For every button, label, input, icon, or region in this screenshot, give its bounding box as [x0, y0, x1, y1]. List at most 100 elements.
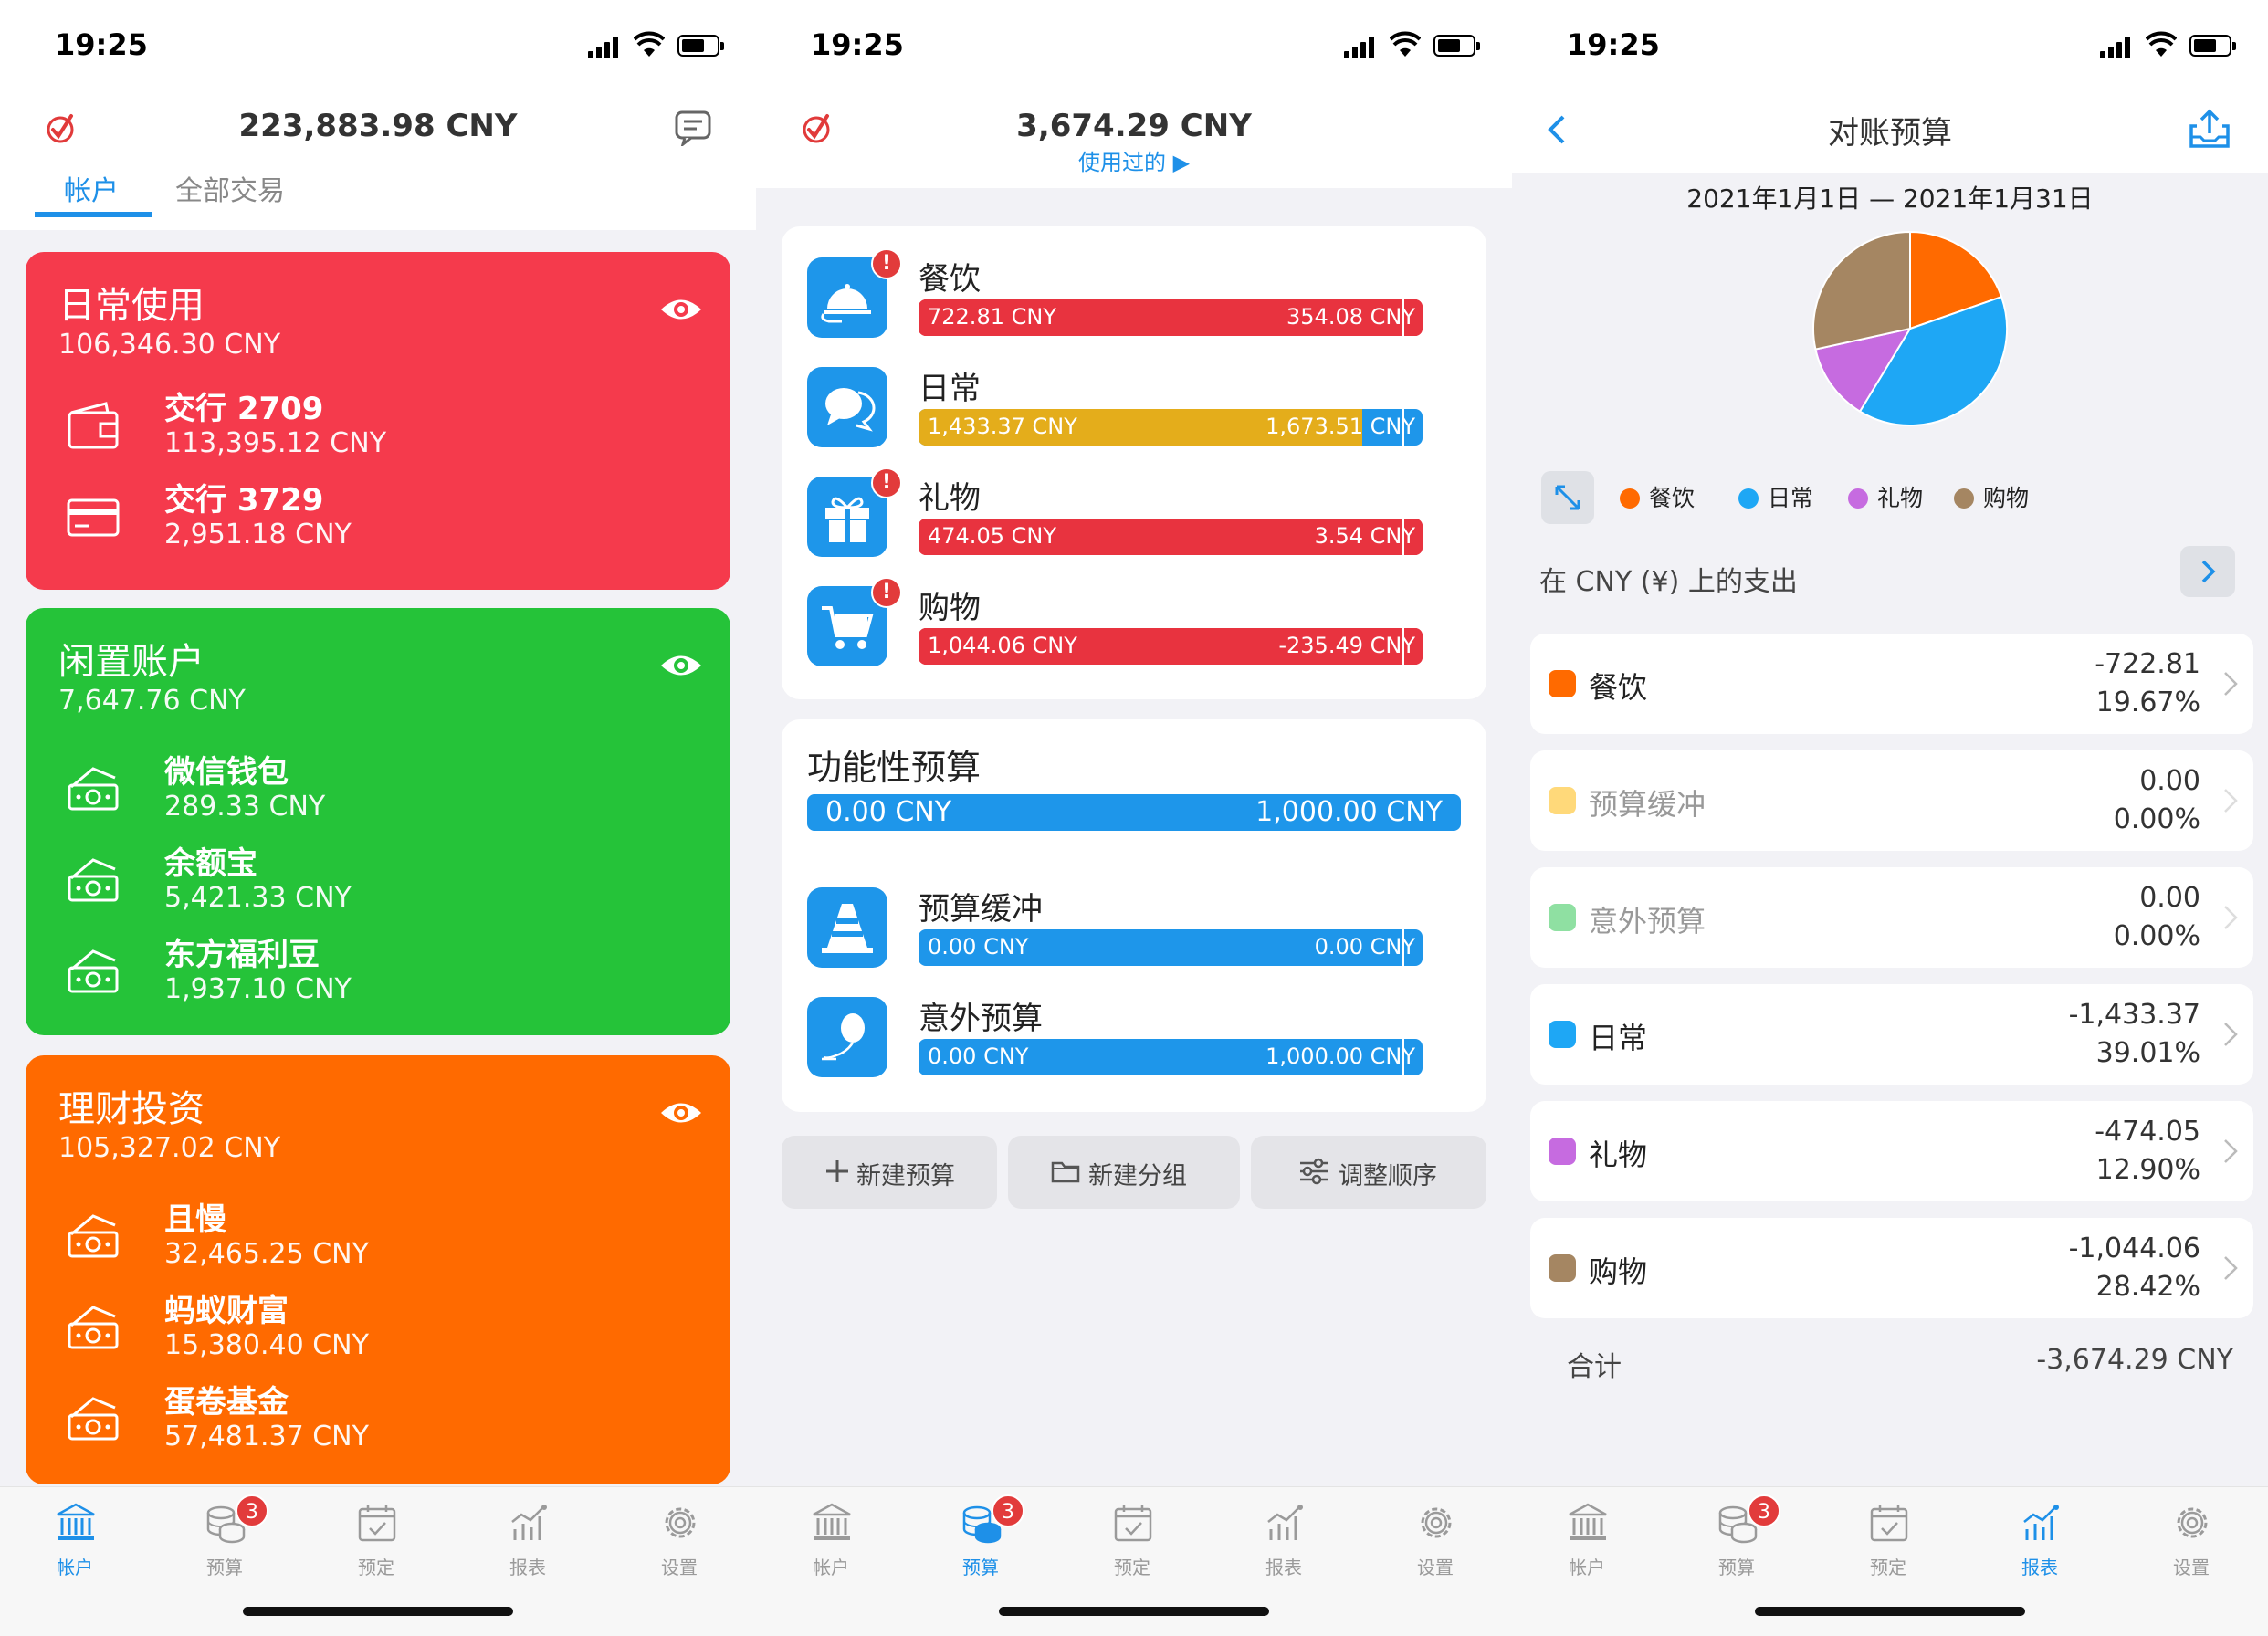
tab-budget-nav[interactable]: 3 预算 [935, 1494, 1026, 1588]
report-row[interactable]: 餐饮 -722.81 19.67% [1530, 634, 2253, 734]
cash-stack-icon [68, 1214, 119, 1258]
category-amount: -474.05 [2095, 1116, 2200, 1148]
legend-label: 礼物 [1877, 485, 1924, 511]
share-icon[interactable] [2188, 106, 2231, 150]
active-tab-indicator [35, 212, 152, 217]
expand-button[interactable] [1541, 471, 1594, 524]
account-row[interactable]: 且慢 32,465.25 CNY [26, 1190, 730, 1282]
group-total: 105,327.02 CNY [58, 1132, 281, 1164]
legend-item[interactable]: 购物 [1954, 480, 2029, 513]
tab-accounts-nav[interactable]: 帐户 [1541, 1496, 1633, 1588]
date-range[interactable]: 2021年1月1日 — 2021年1月31日 [1512, 179, 2268, 215]
eye-icon[interactable] [659, 1099, 703, 1127]
budget-row[interactable]: 预算缓冲 0.00 CNY 0.00 CNY [782, 869, 1486, 970]
tab-budget-nav[interactable]: 3 预算 [1691, 1494, 1782, 1588]
tab-settings-nav[interactable]: 设置 [1390, 1496, 1481, 1588]
tab-scheduled-nav[interactable]: 预定 [1087, 1496, 1178, 1588]
pie-slice-4[interactable] [1812, 230, 1911, 351]
category-swatch [1549, 904, 1576, 931]
eye-icon[interactable] [659, 652, 703, 679]
account-row[interactable]: 微信钱包 289.33 CNY [26, 743, 730, 834]
tab-reports-nav[interactable]: 报表 [482, 1496, 573, 1588]
report-row[interactable]: 购物 -1,044.06 28.42% [1530, 1218, 2253, 1318]
account-row[interactable]: 交行 3729 2,951.18 CNY [26, 471, 730, 562]
budget-row[interactable]: 日常 1,433.37 CNY 1,673.51 CNY [782, 349, 1486, 449]
tab-label: 预算 [962, 1557, 999, 1578]
status-bar: 19:25 [756, 0, 1512, 88]
tab-all-transactions[interactable]: 全部交易 [175, 168, 285, 208]
eye-icon[interactable] [659, 296, 703, 323]
group-total: 7,647.76 CNY [58, 685, 246, 717]
tab-reports-nav[interactable]: 报表 [1994, 1496, 2085, 1588]
account-name: 蚂蚁财富 [164, 1293, 289, 1329]
account-row[interactable]: 余额宝 5,421.33 CNY [26, 834, 730, 926]
category-amount: -1,044.06 [2068, 1232, 2200, 1264]
message-icon[interactable] [674, 110, 712, 146]
sliders-icon [1300, 1158, 1328, 1185]
balloon-icon [822, 1013, 865, 1061]
new-group-button[interactable]: 新建分组 [1008, 1136, 1240, 1209]
tab-label: 帐户 [813, 1557, 849, 1578]
category-amount: -1,433.37 [2068, 999, 2200, 1031]
category-swatch [1549, 670, 1576, 697]
account-row[interactable]: 蚂蚁财富 15,380.40 CNY [26, 1282, 730, 1373]
app-header: 对账预算 [1512, 88, 2268, 173]
account-row[interactable]: 交行 2709 113,395.12 CNY [26, 380, 730, 471]
category-name: 日常 [1589, 1021, 1648, 1055]
total-label: 合计 [1567, 1351, 1622, 1383]
gear-icon [665, 1507, 696, 1538]
budget-progress-bar: 0.00 CNY 0.00 CNY [919, 929, 1423, 966]
tab-label: 帐户 [57, 1557, 93, 1578]
spend-title: 在 CNY (¥) 上的支出 [1539, 566, 1798, 598]
new-budget-label: 新建预算 [856, 1162, 955, 1190]
category-name: 礼物 [1589, 1138, 1648, 1172]
category-name: 购物 [1589, 1254, 1648, 1289]
report-row[interactable]: 日常 -1,433.37 39.01% [1530, 984, 2253, 1085]
budget-row[interactable]: ! 购物 1,044.06 CNY -235.49 CNY [782, 568, 1486, 668]
budget-name: 购物 [919, 590, 981, 626]
report-row[interactable]: 礼物 -474.05 12.90% [1530, 1101, 2253, 1201]
legend-item[interactable]: 日常 [1738, 480, 1813, 513]
tab-accounts[interactable]: 帐户 [64, 168, 119, 208]
tab-scheduled-nav[interactable]: 预定 [331, 1496, 422, 1588]
period-selector[interactable]: 使用过的 ▶ [756, 144, 1512, 176]
new-budget-button[interactable]: 新建预算 [782, 1136, 997, 1209]
account-row[interactable]: 蛋卷基金 57,481.37 CNY [26, 1373, 730, 1464]
account-group-investment[interactable]: 理财投资 105,327.02 CNY 且慢 32,465.25 CNY 蚂蚁财… [26, 1055, 730, 1484]
legend-item[interactable]: 礼物 [1848, 480, 1923, 513]
budget-row[interactable]: ! 餐饮 722.81 CNY 354.08 CNY [782, 239, 1486, 340]
tab-settings-nav[interactable]: 设置 [2146, 1496, 2237, 1588]
tab-label: 报表 [1265, 1557, 1302, 1578]
wifi-icon [634, 31, 665, 57]
tab-accounts-nav[interactable]: 帐户 [29, 1496, 121, 1588]
budget-list-card: ! 餐饮 722.81 CNY 354.08 CNY 日常 1,433.37 C [782, 226, 1486, 699]
budget-used: 1,044.06 CNY [928, 633, 1077, 658]
account-row[interactable]: 东方福利豆 1,937.10 CNY [26, 926, 730, 1017]
tab-scheduled-nav[interactable]: 预定 [1843, 1496, 1934, 1588]
budget-used: 0.00 CNY [928, 934, 1029, 960]
tab-reports-nav[interactable]: 报表 [1238, 1496, 1329, 1588]
account-group-idle[interactable]: 闲置账户 7,647.76 CNY 微信钱包 289.33 CNY 余额宝 5,… [26, 608, 730, 1035]
account-group-daily[interactable]: 日常使用 106,346.30 CNY 交行 2709 113,395.12 C… [26, 252, 730, 590]
report-row[interactable]: 意外预算 0.00 0.00% [1530, 867, 2253, 968]
account-name: 且慢 [164, 1201, 226, 1238]
budget-row[interactable]: ! 礼物 474.05 CNY 3.54 CNY [782, 458, 1486, 559]
cellular-signal-icon [1344, 37, 1375, 58]
budget-used: 0.00 CNY [928, 1043, 1029, 1069]
currency-next-button[interactable] [2180, 546, 2235, 597]
spending-pie-chart[interactable] [1810, 228, 2011, 429]
reorder-button[interactable]: 调整顺序 [1251, 1136, 1486, 1209]
budget-progress-bar: 1,044.06 CNY -235.49 CNY [919, 628, 1423, 665]
budget-remaining: -235.49 CNY [1278, 633, 1415, 658]
tab-settings-nav[interactable]: 设置 [634, 1496, 725, 1588]
budget-remaining: 0.00 CNY [1314, 934, 1415, 960]
report-row[interactable]: 预算缓冲 0.00 0.00% [1530, 750, 2253, 851]
tab-accounts-nav[interactable]: 帐户 [785, 1496, 877, 1588]
budget-marker [1402, 1039, 1404, 1075]
budget-used: 474.05 CNY [928, 523, 1056, 549]
plus-icon [826, 1160, 848, 1182]
tab-budget-nav[interactable]: 3 预算 [179, 1494, 270, 1588]
category-percent: 28.42% [2095, 1271, 2200, 1303]
budget-row[interactable]: 意外预算 0.00 CNY 1,000.00 CNY [782, 979, 1486, 1079]
legend-item[interactable]: 餐饮 [1620, 480, 1695, 513]
